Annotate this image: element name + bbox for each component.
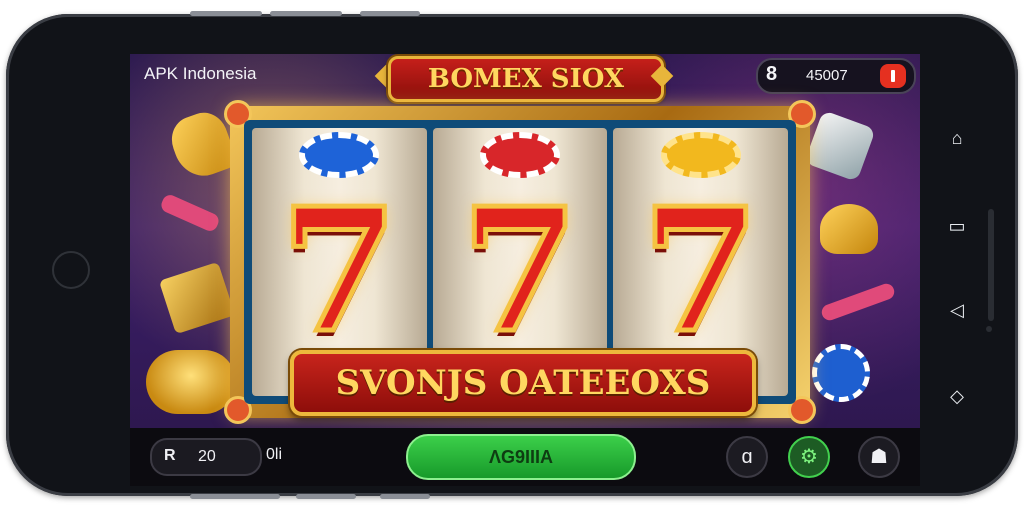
settings-icon[interactable]: ⚙ — [788, 436, 830, 478]
recent-icon[interactable]: ▭ — [942, 214, 972, 238]
coin-pile-decoration — [146, 350, 236, 414]
bet-unit: 0li — [266, 446, 283, 463]
seven-symbol: 7 — [458, 171, 581, 371]
back-icon[interactable]: ◁ — [942, 298, 972, 322]
side-sensor — [986, 326, 992, 332]
counter-icon: 8 — [766, 63, 778, 85]
seven-symbol: 7 — [639, 171, 762, 371]
bet-icon: R — [164, 447, 176, 464]
volume-down-button — [270, 11, 342, 16]
phone-frame: APK Indonesia BOMEX SIOX 8 45007 7 7 7 S… — [6, 14, 1018, 496]
front-camera — [52, 251, 90, 289]
profile-icon[interactable]: ☗ — [858, 436, 900, 478]
info-icon[interactable]: ɑ — [726, 436, 768, 478]
pause-icon[interactable] — [880, 64, 906, 88]
counter-value: 45007 — [806, 67, 848, 84]
bottom-bar: R 20 0li ΛG9IIIA ɑ ⚙ ☗ — [130, 428, 920, 486]
game-screen: APK Indonesia BOMEX SIOX 8 45007 7 7 7 S… — [130, 54, 920, 486]
spin-button[interactable]: ΛG9IIIA — [406, 434, 636, 480]
bottom-edge-detail — [296, 494, 356, 499]
win-banner: SVONJS OATEEOXS — [290, 350, 756, 416]
bottom-edge-detail — [190, 494, 280, 499]
seven-symbol: 7 — [278, 171, 401, 371]
balance-counter: 8 45007 — [756, 58, 916, 94]
bet-selector[interactable]: R 20 — [150, 438, 262, 476]
power-button — [360, 11, 420, 16]
home-icon[interactable]: ⌂ — [942, 126, 972, 150]
game-title: BOMEX SIOX — [388, 56, 664, 102]
volume-up-button — [190, 11, 262, 16]
gold-heart-decoration-right — [820, 204, 878, 254]
brand-label: APK Indonesia — [144, 64, 257, 83]
rotate-icon[interactable]: ◇ — [942, 384, 972, 408]
poker-chip-decoration — [812, 344, 870, 402]
bottom-edge-detail — [380, 494, 430, 499]
bet-value: 20 — [198, 448, 216, 465]
side-slot — [988, 209, 994, 321]
